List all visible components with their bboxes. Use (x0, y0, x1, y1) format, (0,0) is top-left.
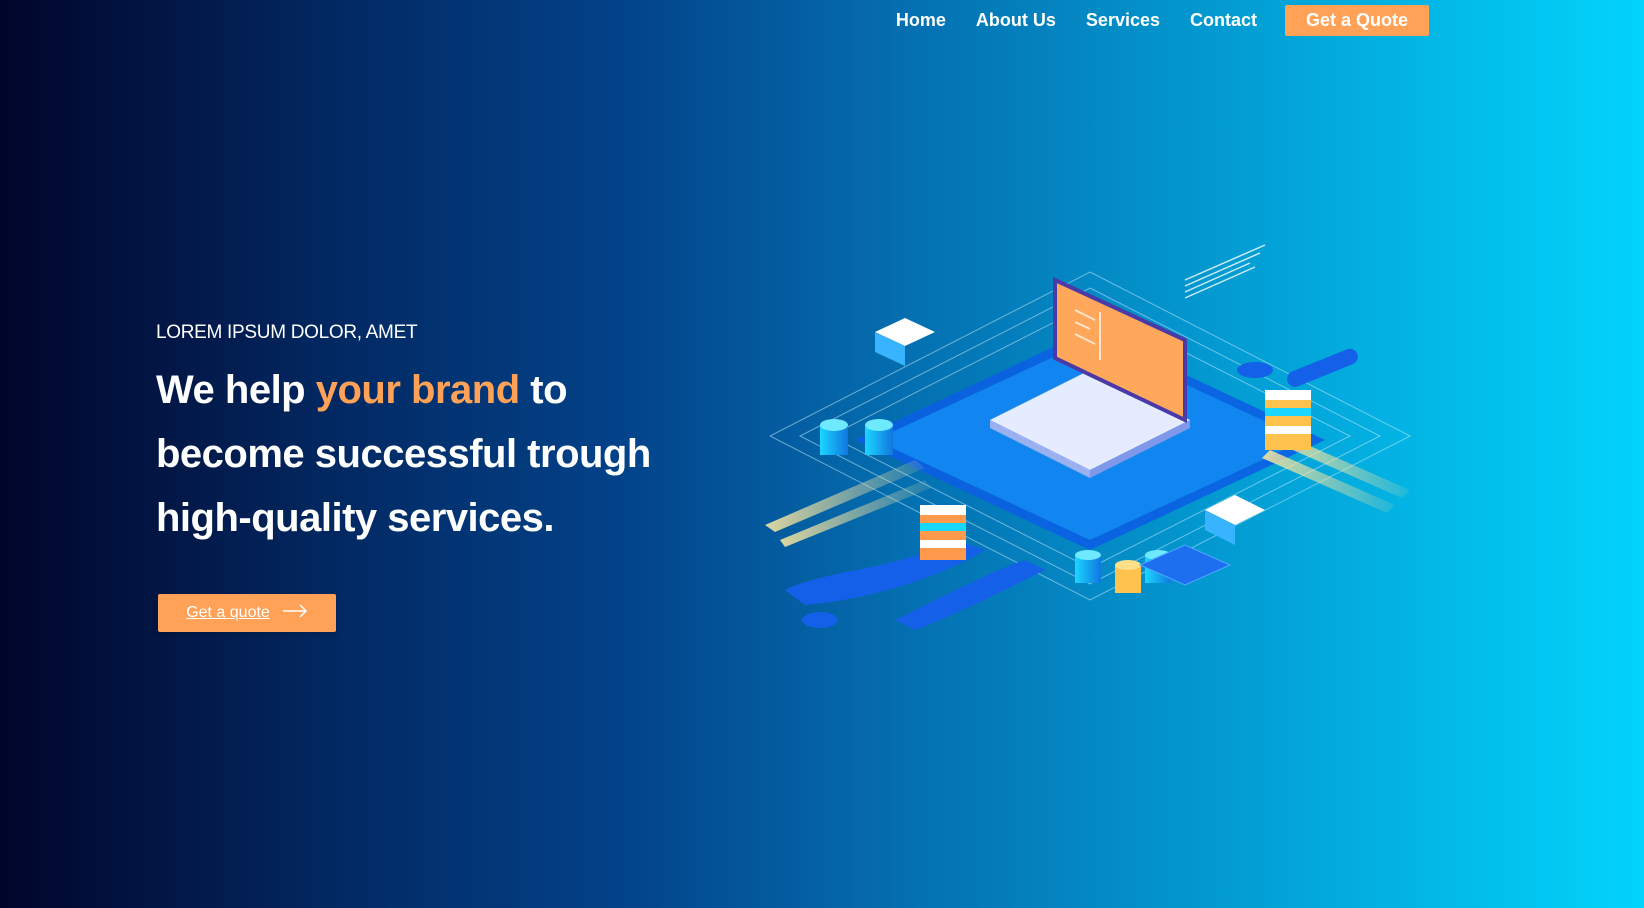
hero-get-a-quote-button[interactable]: Get a quote (158, 594, 336, 632)
nav-about-us[interactable]: About Us (976, 10, 1056, 31)
main-nav: Home About Us Services Contact Get a Quo… (896, 0, 1429, 40)
isometric-datacenter-illustration (745, 240, 1435, 660)
arrow-right-icon (282, 603, 308, 623)
hero-cta-label: Get a quote (186, 604, 270, 621)
headline-accent: your brand (315, 368, 520, 412)
nav-home[interactable]: Home (896, 10, 946, 31)
nav-contact[interactable]: Contact (1190, 10, 1257, 31)
hero-section: LOREM IPSUM DOLOR, AMET We help your bra… (156, 322, 676, 550)
headline-part-1: We help (156, 368, 316, 412)
hero-headline: We help your brand to become successful … (156, 358, 676, 550)
nav-services[interactable]: Services (1086, 10, 1160, 31)
nav-get-a-quote-button[interactable]: Get a Quote (1285, 4, 1429, 36)
hero-eyebrow: LOREM IPSUM DOLOR, AMET (156, 322, 418, 343)
